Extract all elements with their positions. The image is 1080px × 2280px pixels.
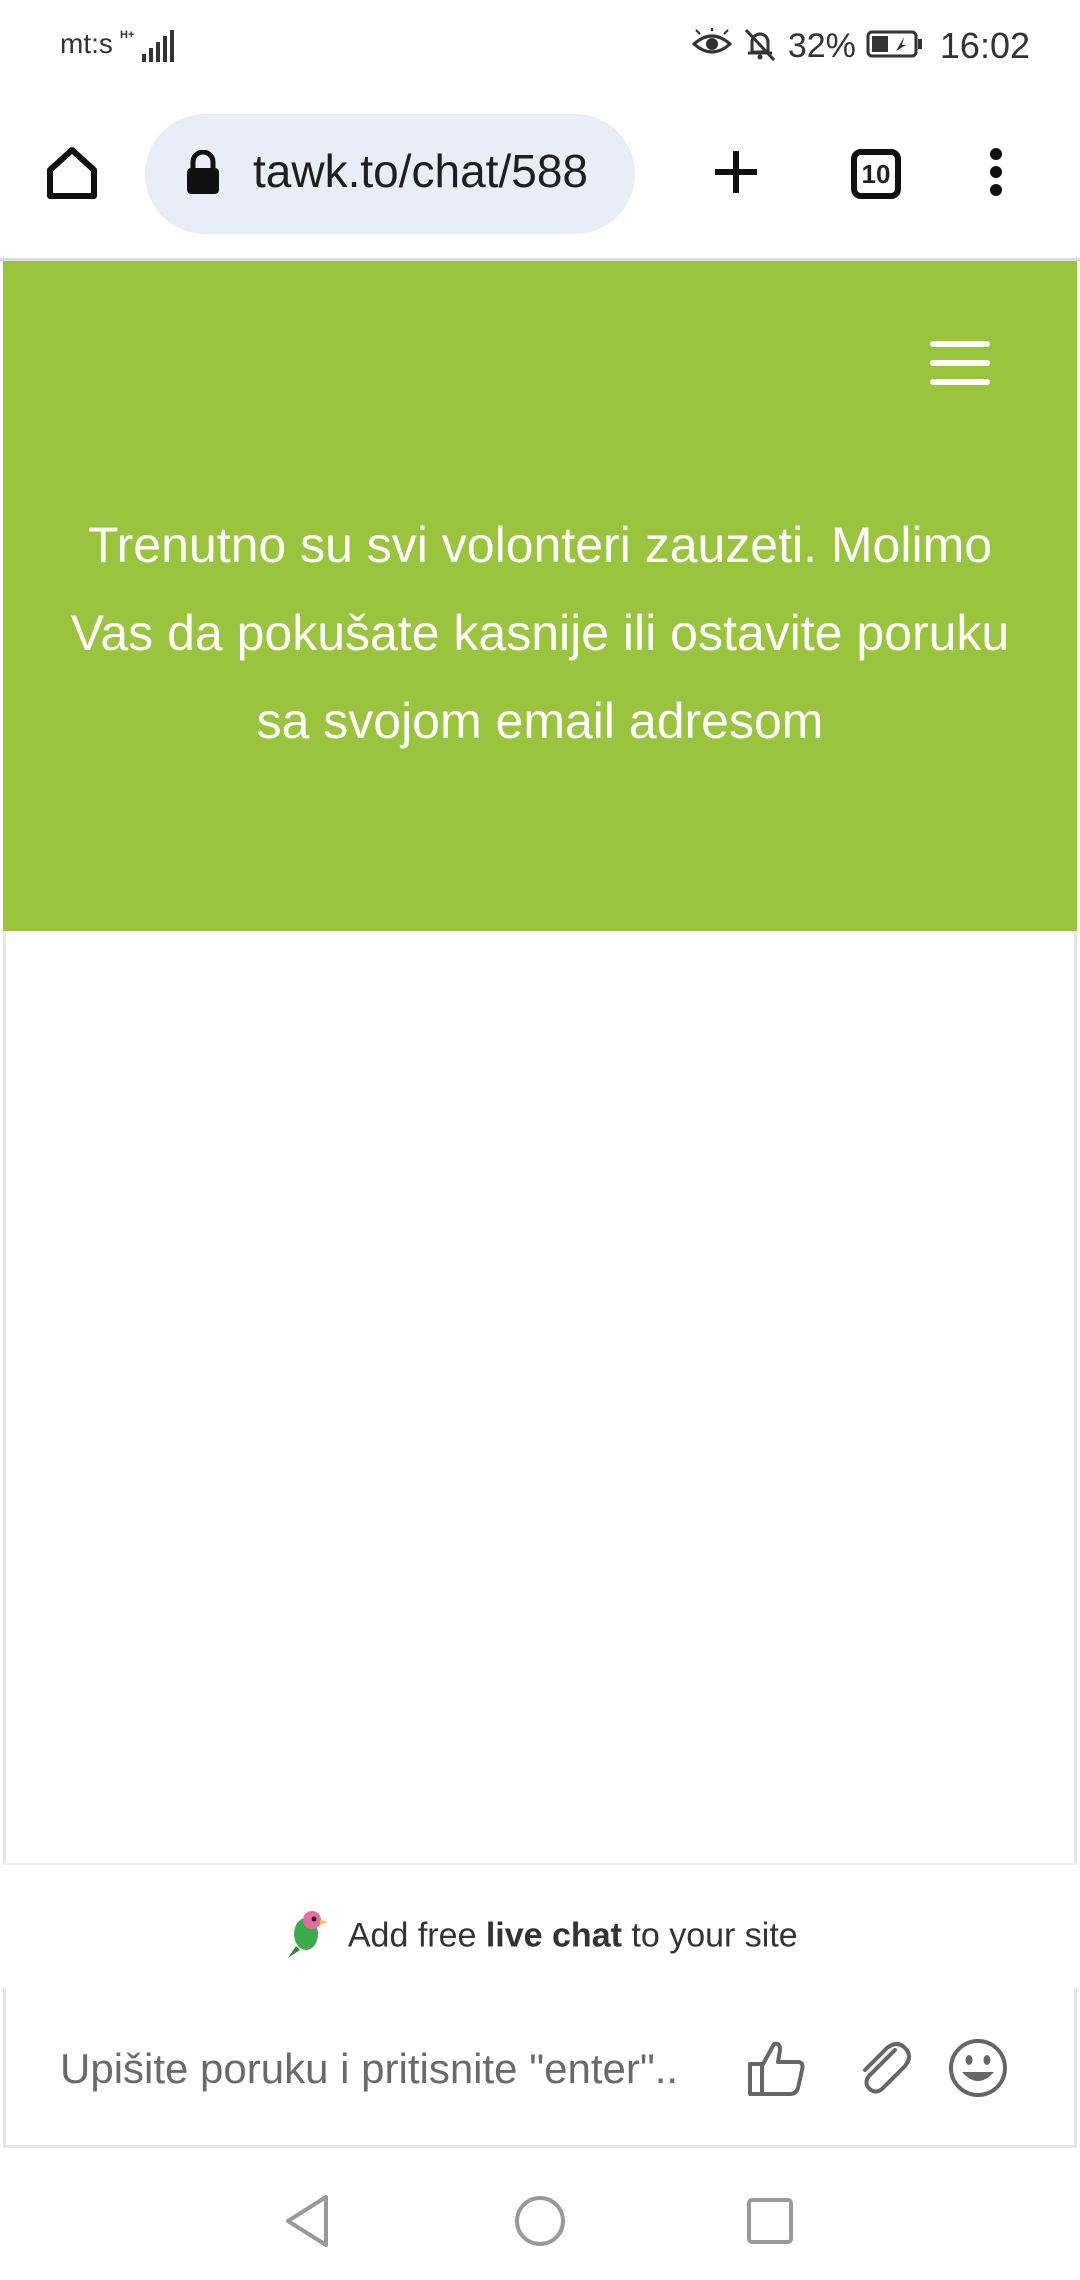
menu-icon[interactable] [930, 341, 990, 385]
more-menu-button[interactable] [960, 136, 1032, 208]
paperclip-icon[interactable] [848, 2033, 918, 2103]
browser-toolbar: tawk.to/chat/588 10 [0, 92, 1080, 261]
url-text: tawk.to/chat/588 [253, 145, 588, 197]
tab-switcher-button[interactable]: 10 [840, 144, 912, 204]
system-nav-bar [0, 2152, 1080, 2280]
promo-prefix: Add free [347, 1916, 477, 1955]
battery-icon [866, 29, 924, 64]
promo-bold: live chat [485, 1916, 622, 1955]
message-composer [3, 1988, 1077, 2148]
bell-muted-icon [742, 26, 778, 67]
svg-text:H+: H+ [120, 29, 134, 41]
new-tab-button[interactable] [700, 136, 772, 208]
back-triangle-icon [286, 2195, 328, 2247]
more-vert-icon [990, 148, 1002, 196]
thumbs-up-icon[interactable] [741, 2033, 811, 2103]
plus-icon [715, 151, 757, 193]
carrier-label: mt:s [60, 28, 113, 59]
parrot-logo-icon [282, 1906, 330, 1969]
eye-icon [691, 26, 733, 65]
home-icon [47, 147, 97, 199]
back-button[interactable] [272, 2186, 342, 2256]
battery-percent: 32% [787, 26, 856, 65]
branding-link[interactable]: Add free live chat to your site [0, 1906, 1080, 1969]
status-bar: mt:s H+ 32% 16:02 [0, 0, 1080, 92]
home-button[interactable] [36, 136, 108, 208]
tab-count: 10 [851, 149, 901, 199]
home-circle-icon [515, 2196, 565, 2246]
recents-button[interactable] [735, 2186, 805, 2256]
chat-messages-area [3, 931, 1077, 1863]
message-input[interactable] [58, 2028, 722, 2110]
home-nav-button[interactable] [505, 2186, 575, 2256]
emoji-icon[interactable] [943, 2033, 1013, 2103]
divider [3, 1863, 1077, 1865]
signal-icon: H+ [118, 26, 178, 71]
chat-header: Trenutno su svi volonteri zauzeti. Molim… [3, 261, 1077, 931]
address-bar[interactable]: tawk.to/chat/588 [145, 114, 635, 234]
lock-icon [185, 149, 221, 201]
recents-square-icon [747, 2198, 793, 2244]
away-message: Trenutno su svi volonteri zauzeti. Molim… [70, 517, 1010, 749]
clock: 16:02 [939, 25, 1030, 66]
status-indicators: 32% 16:02 [691, 24, 1030, 68]
promo-suffix: to your site [631, 1916, 798, 1955]
